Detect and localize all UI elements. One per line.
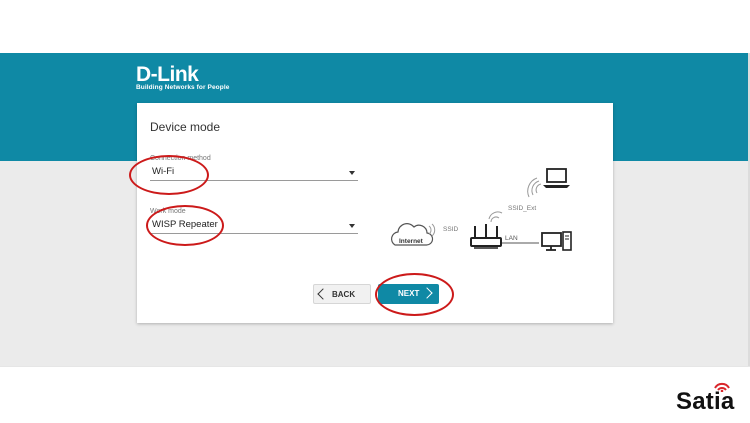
footer-area	[0, 366, 750, 423]
wifi-signal-icon	[527, 177, 542, 198]
annotation-ellipse-next	[375, 273, 454, 316]
back-button-label: BACK	[332, 290, 356, 299]
lan-label: LAN	[505, 235, 518, 242]
ssid-ext-label: SSID_Ext	[508, 205, 536, 212]
ssid-label: SSID	[443, 226, 458, 233]
top-blank-area	[0, 0, 750, 53]
page-title: Device mode	[150, 120, 221, 134]
satia-text: Satia	[676, 388, 735, 415]
logo-text: D-Link	[136, 63, 199, 86]
router-icon	[470, 224, 502, 249]
desktop-computer-icon	[541, 231, 572, 251]
network-diagram: Internet SSID SSID_Ext LAN	[390, 168, 572, 251]
chevron-left-icon	[317, 288, 329, 300]
laptop-icon	[543, 168, 570, 188]
satia-watermark: Satia	[676, 378, 748, 418]
dlink-logo: D-Link Building Networks for People	[136, 64, 229, 92]
logo-tagline: Building Networks for People	[136, 84, 230, 91]
internet-label: Internet	[399, 238, 424, 245]
chevron-down-icon	[349, 171, 355, 175]
annotation-ellipse-connection-method	[129, 155, 209, 195]
chevron-down-icon	[349, 224, 355, 228]
annotation-ellipse-work-mode	[146, 205, 224, 246]
back-button[interactable]: BACK	[313, 284, 371, 304]
wifi-signal-icon	[488, 211, 503, 223]
